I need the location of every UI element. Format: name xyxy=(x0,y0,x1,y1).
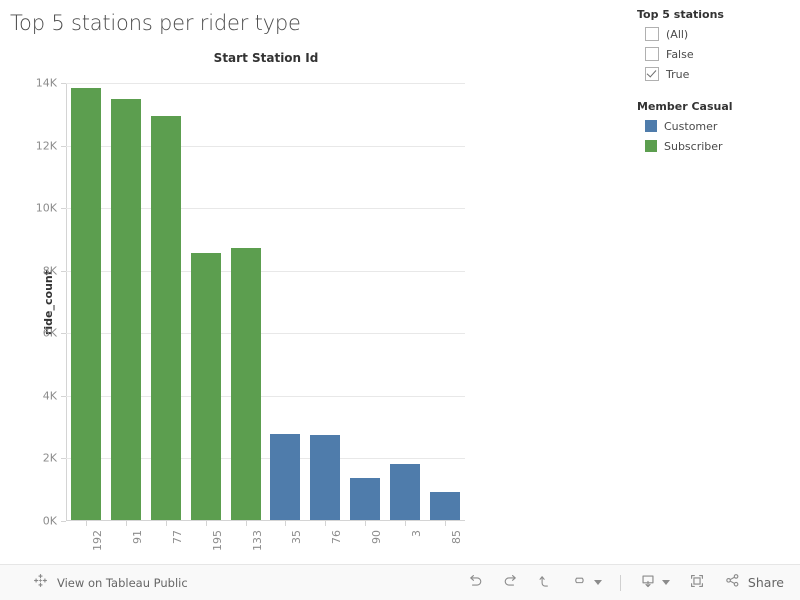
x-axis-tick-label[interactable]: 192 xyxy=(91,530,104,551)
x-axis-tick xyxy=(85,521,87,526)
bar[interactable] xyxy=(150,116,181,520)
legend-title: Member Casual xyxy=(637,100,733,113)
share-icon xyxy=(724,572,741,593)
legend-items: Customer Subscriber xyxy=(637,116,797,156)
redo-button[interactable] xyxy=(493,565,528,600)
y-axis-tick-label: 8K xyxy=(42,264,57,278)
bar[interactable] xyxy=(430,491,461,520)
y-axis-tick xyxy=(61,395,66,397)
chart-container: Start Station Id ride_count 14K 12K 10K 8K 6… xyxy=(0,45,630,565)
x-axis-tick-label[interactable]: 91 xyxy=(131,530,144,544)
refresh-button[interactable] xyxy=(563,565,611,600)
y-axis-tick xyxy=(61,333,66,335)
undo-button[interactable] xyxy=(458,565,493,600)
filter-item-label: (All) xyxy=(666,27,689,41)
x-axis-tick-label[interactable]: 133 xyxy=(251,530,264,551)
filter-item-label: False xyxy=(666,47,694,61)
column-header-label: Start Station Id xyxy=(213,51,319,65)
view-on-tableau-public-label: View on Tableau Public xyxy=(57,575,188,590)
y-axis-tick xyxy=(61,521,66,522)
right-panel: Top 5 stations (All) False True Member Cas… xyxy=(637,8,797,156)
checkbox-unchecked-icon[interactable] xyxy=(645,27,659,41)
legend-item-label: Customer xyxy=(664,119,718,133)
gridline xyxy=(66,83,465,84)
x-axis-tick xyxy=(365,521,367,526)
redo-icon xyxy=(502,572,519,593)
tableau-logo-icon xyxy=(33,573,48,592)
filter-title: Top 5 stations xyxy=(637,8,724,21)
legend-item-label: Subscriber xyxy=(664,139,723,153)
view-on-tableau-public-button[interactable]: View on Tableau Public xyxy=(33,573,188,592)
bar[interactable] xyxy=(230,247,261,520)
color-legend-card: Member Casual Customer Subscriber xyxy=(637,100,797,156)
legend-color-swatch xyxy=(645,140,657,152)
x-axis-tick xyxy=(205,521,207,526)
bar[interactable] xyxy=(70,88,101,520)
refresh-dropdown-caret[interactable] xyxy=(593,580,602,585)
toolbar-divider xyxy=(619,574,621,591)
revert-button[interactable] xyxy=(528,565,563,600)
bar[interactable] xyxy=(270,433,301,520)
y-axis-tick xyxy=(61,458,66,460)
legend-color-swatch xyxy=(645,120,657,132)
bottom-toolbar: View on Tableau Public Share xyxy=(0,564,800,600)
filter-card: Top 5 stations (All) False True xyxy=(637,8,797,84)
bar[interactable] xyxy=(350,477,381,520)
y-axis-tick-label: 10K xyxy=(35,201,57,215)
toolbar-actions: Share xyxy=(458,565,800,600)
x-axis-tick xyxy=(405,521,407,526)
fullscreen-icon xyxy=(688,572,706,594)
y-axis-tick-label: 4K xyxy=(42,389,57,403)
x-axis-tick-label[interactable]: 77 xyxy=(171,530,184,544)
share-button[interactable]: Share xyxy=(715,565,800,600)
share-label: Share xyxy=(747,575,784,590)
y-axis-tick-label: 6K xyxy=(42,326,57,340)
checkbox-unchecked-icon[interactable] xyxy=(645,47,659,61)
x-axis-tick xyxy=(325,521,327,526)
refresh-icon xyxy=(572,572,589,593)
legend-item[interactable]: Customer xyxy=(637,116,797,136)
y-axis-tick xyxy=(61,270,66,272)
x-axis-tick xyxy=(125,521,127,526)
y-axis-tick xyxy=(61,208,66,210)
filter-item[interactable]: (All) xyxy=(637,24,797,44)
download-icon xyxy=(639,572,657,594)
x-axis-tick-label[interactable]: 35 xyxy=(290,530,303,544)
download-dropdown-caret[interactable] xyxy=(661,580,670,585)
bar[interactable] xyxy=(110,99,141,520)
download-button[interactable] xyxy=(630,565,679,600)
x-axis-tick-label[interactable]: 90 xyxy=(370,530,383,544)
x-axis-tick-label[interactable]: 76 xyxy=(330,530,343,544)
x-axis-tick-label[interactable]: 195 xyxy=(211,530,224,551)
undo-icon xyxy=(467,572,484,593)
x-axis-tick xyxy=(165,521,167,526)
page-title: Top 5 stations per rider type xyxy=(10,11,301,35)
checkbox-checked-icon[interactable] xyxy=(645,67,659,81)
bar[interactable] xyxy=(190,252,221,520)
x-axis-tick xyxy=(245,521,247,526)
y-axis-tick xyxy=(61,145,66,147)
revert-icon xyxy=(537,572,554,593)
x-axis-tick-label[interactable]: 85 xyxy=(450,530,463,544)
y-axis-title-label: ride_count xyxy=(42,269,56,335)
filter-item[interactable]: True xyxy=(637,64,797,84)
y-axis-tick-label: 14K xyxy=(35,76,57,90)
y-axis-line xyxy=(66,83,67,521)
filter-items: (All) False True xyxy=(637,24,797,84)
bar[interactable] xyxy=(390,463,421,520)
y-axis-tick xyxy=(61,83,66,84)
y-axis-tick-label: 2K xyxy=(42,451,57,465)
fullscreen-button[interactable] xyxy=(679,565,715,600)
x-axis-tick-label[interactable]: 3 xyxy=(410,530,423,537)
filter-item[interactable]: False xyxy=(637,44,797,64)
plot-area: 14K 12K 10K 8K 6K 4K 2K 0K 192 91 77 195 133 35 76 90 3… xyxy=(36,77,465,551)
legend-item[interactable]: Subscriber xyxy=(637,136,797,156)
y-axis-tick-label: 12K xyxy=(35,139,57,153)
x-axis-tick xyxy=(445,521,447,526)
bar[interactable] xyxy=(310,434,341,520)
y-axis-tick-label: 0K xyxy=(42,514,57,528)
filter-item-label: True xyxy=(666,67,690,81)
x-axis-tick xyxy=(285,521,287,526)
